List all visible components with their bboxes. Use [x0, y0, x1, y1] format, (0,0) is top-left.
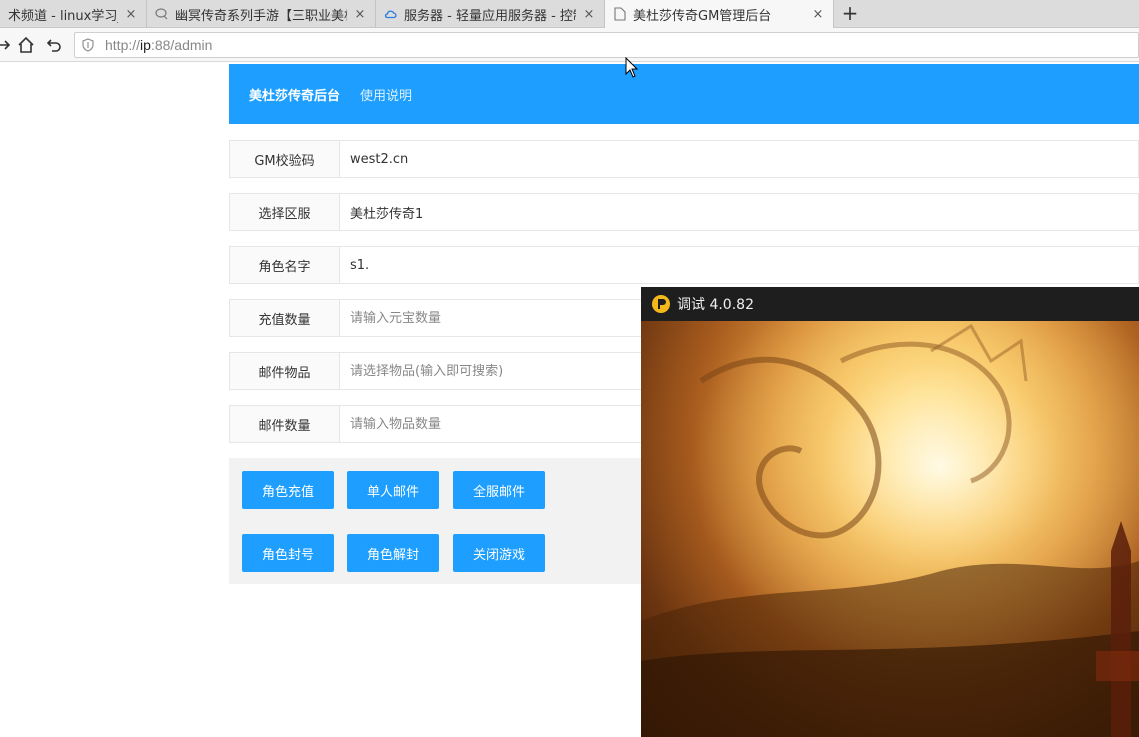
new-tab-button[interactable]: +	[838, 0, 862, 28]
server-select[interactable]	[340, 194, 1138, 230]
close-icon[interactable]: ×	[124, 7, 138, 22]
browser-toolbar: http://ip:88/admin	[0, 28, 1139, 62]
field-label: 选择区服	[230, 194, 340, 230]
field-label: 邮件数量	[230, 406, 340, 442]
browser-tab-2[interactable]: 幽冥传奇系列手游【三职业美杜 ×	[147, 0, 376, 28]
field-label: 邮件物品	[230, 353, 340, 389]
url-host: ip	[140, 37, 151, 53]
url-text: http://ip:88/admin	[105, 37, 212, 53]
address-bar[interactable]: http://ip:88/admin	[74, 32, 1139, 58]
close-icon[interactable]: ×	[353, 7, 367, 22]
shield-icon	[81, 38, 95, 52]
role-name-input[interactable]	[340, 247, 1138, 283]
tab-label: 服务器 - 轻量应用服务器 - 控制	[404, 8, 576, 24]
gm-code-input[interactable]	[340, 141, 1138, 177]
app-logo-icon	[652, 295, 670, 313]
form-row-role-name: 角色名字	[229, 246, 1139, 284]
url-rest: :88/admin	[150, 37, 213, 53]
brand-title[interactable]: 美杜莎传奇后台	[249, 85, 340, 104]
mouse-cursor-icon	[625, 57, 639, 78]
field-label: 角色名字	[230, 247, 340, 283]
cloud-icon	[384, 7, 398, 21]
game-splash-image	[641, 321, 1139, 737]
field-label: GM校验码	[230, 141, 340, 177]
debug-window-title: 调试 4.0.82	[677, 297, 754, 313]
dragon-artwork	[641, 321, 1139, 737]
close-icon[interactable]: ×	[582, 7, 596, 22]
debug-window[interactable]: 调试 4.0.82	[641, 287, 1139, 737]
browser-tab-3[interactable]: 服务器 - 轻量应用服务器 - 控制 ×	[376, 0, 605, 28]
browser-tab-bar: 术频道 - linux学习_网络 × 幽冥传奇系列手游【三职业美杜 × 服务器 …	[0, 0, 1139, 28]
action-button-area: 角色充值 单人邮件 全服邮件 角色封号 角色解封 关闭游戏	[229, 458, 649, 584]
form-row-gm-code: GM校验码	[229, 140, 1139, 178]
admin-header: 美杜莎传奇后台 使用说明	[229, 64, 1139, 124]
ban-button[interactable]: 角色封号	[242, 534, 334, 572]
nav-link-usage[interactable]: 使用说明	[360, 85, 412, 104]
recharge-button[interactable]: 角色充值	[242, 471, 334, 509]
all-mail-button[interactable]: 全服邮件	[453, 471, 545, 509]
unban-button[interactable]: 角色解封	[347, 534, 439, 572]
browser-tab-1[interactable]: 术频道 - linux学习_网络 ×	[0, 0, 147, 28]
single-mail-button[interactable]: 单人邮件	[347, 471, 439, 509]
url-prefix: http://	[105, 37, 141, 53]
tab-label: 美杜莎传奇GM管理后台	[633, 8, 772, 24]
tab-label: 术频道 - linux学习_网络	[8, 8, 118, 24]
field-label: 充值数量	[230, 300, 340, 336]
forward-icon[interactable]	[0, 34, 16, 56]
close-game-button[interactable]: 关闭游戏	[453, 534, 545, 572]
undo-icon[interactable]	[43, 34, 65, 56]
close-icon[interactable]: ×	[811, 7, 825, 22]
speech-bubble-icon	[155, 7, 169, 21]
page-icon	[613, 7, 627, 21]
tab-label: 幽冥传奇系列手游【三职业美杜	[175, 8, 347, 24]
home-icon[interactable]	[15, 34, 37, 56]
form-row-server: 选择区服	[229, 193, 1139, 231]
debug-window-titlebar[interactable]: 调试 4.0.82	[641, 287, 1139, 321]
browser-tab-4-active[interactable]: 美杜莎传奇GM管理后台 ×	[605, 0, 834, 28]
